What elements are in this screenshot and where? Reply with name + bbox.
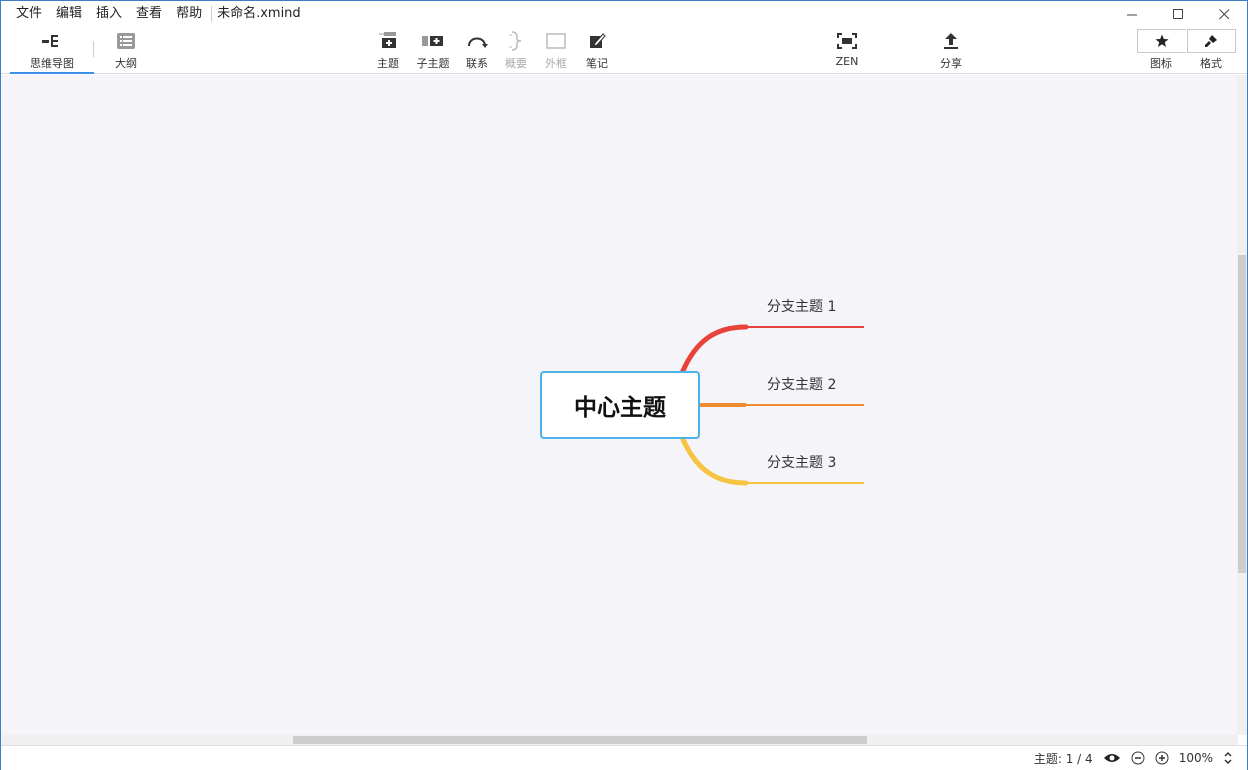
icons-panel-box bbox=[1136, 29, 1186, 53]
app-window: 文件 编辑 插入 查看 帮助 未命名.xmind 思维导图 大纲 主题 子主题 … bbox=[0, 0, 1248, 770]
vertical-scroll-thumb[interactable] bbox=[1238, 255, 1246, 573]
brush-icon bbox=[1205, 35, 1217, 47]
vertical-scrollbar[interactable] bbox=[1237, 75, 1247, 735]
share-upload-icon bbox=[943, 29, 959, 53]
notes-button[interactable]: 笔记 bbox=[571, 29, 623, 71]
icons-panel-button[interactable]: 图标 bbox=[1136, 29, 1186, 71]
minimize-icon bbox=[1126, 14, 1137, 15]
status-items: 主题: 1 / 4 100% bbox=[1034, 746, 1233, 770]
zen-button[interactable]: ZEN bbox=[821, 29, 873, 68]
zen-fullscreen-icon bbox=[837, 29, 857, 53]
window-controls bbox=[1109, 1, 1247, 27]
share-button-label: 分享 bbox=[940, 57, 962, 70]
maximize-icon bbox=[1172, 8, 1183, 19]
document-title: 未命名.xmind bbox=[211, 6, 301, 22]
topic-count: 主题: 1 / 4 bbox=[1033, 751, 1093, 766]
summary-brace-icon bbox=[508, 29, 524, 53]
close-button[interactable] bbox=[1201, 1, 1247, 27]
mindmap-view-icon bbox=[41, 29, 63, 53]
branch-topic-2[interactable]: 分支主题 2 bbox=[767, 374, 836, 394]
zoom-out-icon[interactable] bbox=[1131, 751, 1145, 765]
menu-edit[interactable]: 编辑 bbox=[49, 1, 89, 27]
zoom-level[interactable]: 100% bbox=[1179, 751, 1213, 765]
format-panel-label: 格式 bbox=[1200, 57, 1222, 70]
status-bar: 主题: 1 / 4 100% bbox=[1, 745, 1247, 770]
menu-file[interactable]: 文件 bbox=[9, 1, 49, 27]
toolbar: 思维导图 大纲 主题 子主题 联系 概要 外框 笔记 ZEN 分享 图标 格式 bbox=[1, 27, 1247, 74]
menu-bar: 文件 编辑 插入 查看 帮助 未命名.xmind bbox=[1, 1, 301, 27]
eye-icon[interactable] bbox=[1103, 752, 1121, 764]
minimize-button[interactable] bbox=[1109, 1, 1155, 27]
zen-button-label: ZEN bbox=[835, 55, 859, 68]
tab-outline-label: 大纲 bbox=[115, 57, 137, 70]
share-button[interactable]: 分享 bbox=[925, 29, 977, 71]
subtopic-button-label: 子主题 bbox=[416, 57, 450, 70]
star-icon bbox=[1155, 34, 1168, 47]
format-panel-button[interactable]: 格式 bbox=[1186, 29, 1236, 71]
panel-toggle-group: 图标 格式 bbox=[1136, 29, 1236, 71]
branch-connector-1 bbox=[679, 324, 749, 376]
menu-view[interactable]: 查看 bbox=[129, 1, 169, 27]
summary-button-label: 概要 bbox=[505, 57, 527, 70]
add-subtopic-icon bbox=[422, 29, 444, 53]
outline-view-icon bbox=[117, 29, 135, 53]
menu-insert[interactable]: 插入 bbox=[89, 1, 129, 27]
horizontal-scroll-thumb[interactable] bbox=[293, 736, 867, 744]
mindmap-canvas[interactable]: 中心主题 分支主题 1 分支主题 2 分支主题 3 bbox=[1, 75, 1238, 735]
toolbar-divider bbox=[93, 41, 94, 57]
relationship-button-label: 联系 bbox=[466, 57, 488, 70]
add-topic-icon bbox=[378, 29, 398, 53]
relationship-icon bbox=[466, 29, 488, 53]
boundary-button-label: 外框 bbox=[545, 57, 567, 70]
notes-pencil-icon bbox=[588, 29, 606, 53]
topic-button-label: 主题 bbox=[377, 57, 399, 70]
tab-outline[interactable]: 大纲 bbox=[105, 29, 147, 71]
branch-topic-3[interactable]: 分支主题 3 bbox=[767, 452, 836, 472]
menu-help[interactable]: 帮助 bbox=[169, 1, 209, 27]
format-panel-box bbox=[1186, 29, 1236, 53]
tab-mindmap[interactable]: 思维导图 bbox=[10, 29, 94, 74]
maximize-button[interactable] bbox=[1155, 1, 1201, 27]
zoom-stepper-icon[interactable] bbox=[1223, 751, 1233, 765]
icons-panel-label: 图标 bbox=[1150, 57, 1172, 70]
tab-mindmap-label: 思维导图 bbox=[30, 57, 74, 70]
boundary-frame-icon bbox=[546, 29, 566, 53]
zoom-in-icon[interactable] bbox=[1155, 751, 1169, 765]
horizontal-scrollbar[interactable] bbox=[1, 735, 1238, 745]
close-icon bbox=[1218, 8, 1229, 19]
title-bar: 文件 编辑 插入 查看 帮助 未命名.xmind bbox=[1, 1, 1247, 27]
branch-topic-1[interactable]: 分支主题 1 bbox=[767, 296, 836, 316]
branch-connector-3 bbox=[679, 434, 749, 486]
central-topic[interactable]: 中心主题 bbox=[540, 371, 700, 439]
notes-button-label: 笔记 bbox=[586, 57, 608, 70]
